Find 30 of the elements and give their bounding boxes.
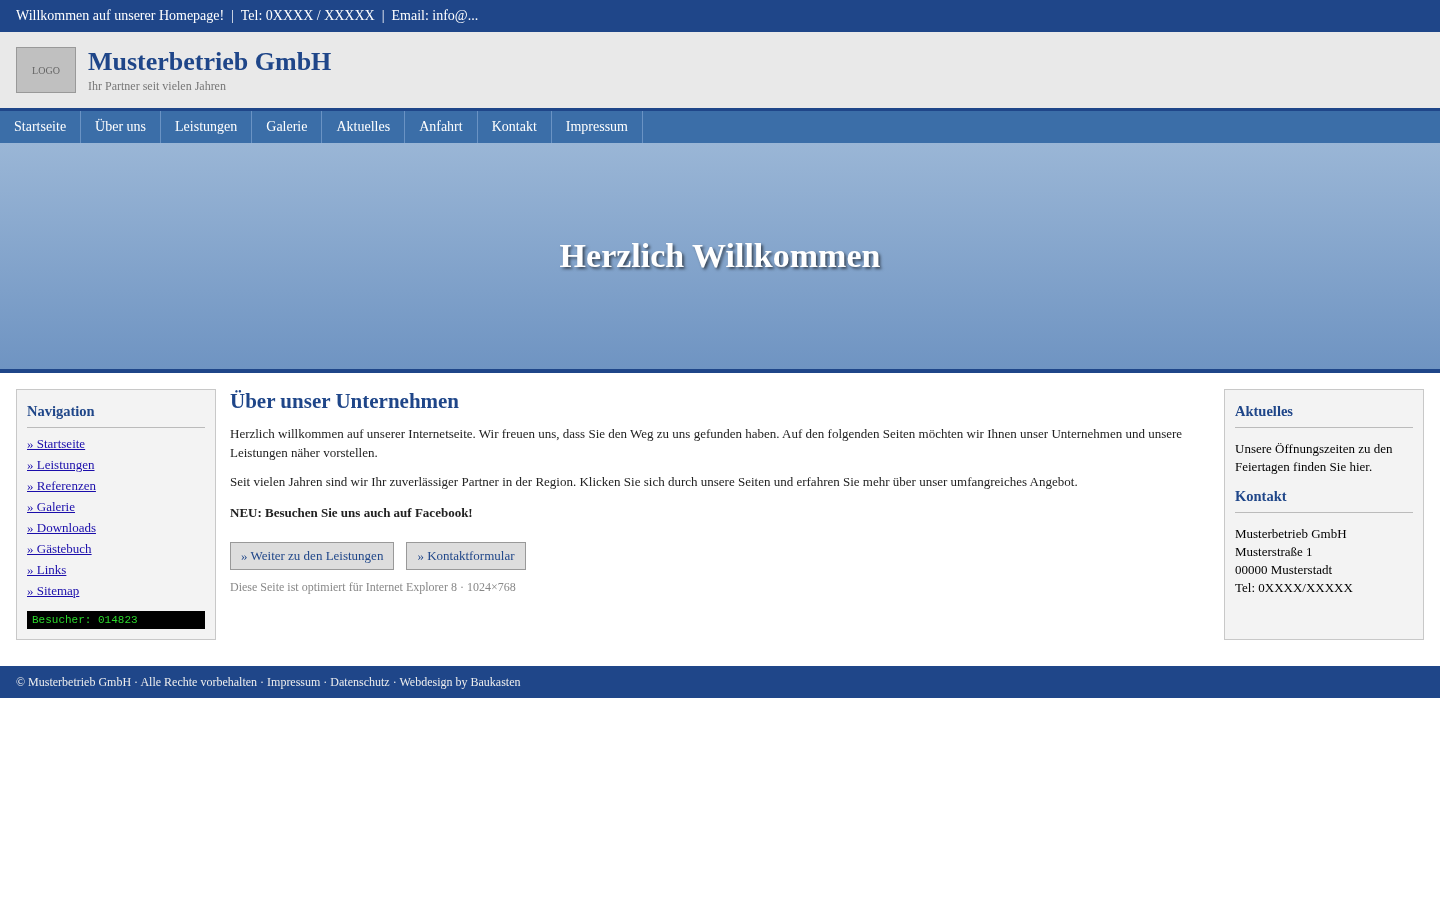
panel-heading: Aktuelles <box>1235 403 1413 428</box>
paragraph: Seit vielen Jahren sind wir Ihr zuverlässiger Partner in der Region. Klicken Sie sich durch unsere Seiten und erfahren Sie mehr über unser umfangreiches Angebot. <box>230 473 1079 491</box>
sidebar-heading: Navigation <box>27 403 205 428</box>
sidebar-link[interactable]: » Sitemap <box>27 583 80 599</box>
hero-title: Herzlich Willkommen <box>559 237 881 275</box>
welcome-text: Willkommen auf unserer Homepage! | Tel: 0XXXX / XXXXX | Email: info@... <box>16 8 479 24</box>
panel-heading: Kontakt <box>1235 488 1413 513</box>
site-title: Musterbetrieb GmbH <box>88 46 332 77</box>
info-text: Unsere Öffnungszeiten zu den Feiertagen finden Sie hier. <box>1235 440 1394 476</box>
sidebar-link[interactable]: » Gästebuch <box>27 541 92 557</box>
sidebar-link[interactable]: » Startseite <box>27 436 86 452</box>
info-text: Musterstraße 1 <box>1235 543 1314 561</box>
logo-text: LOGO <box>32 64 60 76</box>
info-text: Tel: 0XXXX/XXXXX <box>1235 579 1354 597</box>
sidebar-link[interactable]: » Links <box>27 562 67 578</box>
link-button[interactable]: » Kontaktformular <box>406 542 526 570</box>
footer-text: © Musterbetrieb GmbH · Alle Rechte vorbehalten · Impressum · Datenschutz · Webdesign by Baukasten <box>16 674 521 690</box>
browser-note: Diese Seite ist optimiert für Internet Explorer 8 · 1024×768 <box>230 580 517 595</box>
paragraph: Herzlich willkommen auf unserer Internetseite. Wir freuen uns, dass Sie den Weg zu uns gefunden haben. Auf den folgenden Seiten möchten wir Ihnen unser Unternehmen und unsere Leistungen näher vorstellen. <box>230 425 1184 462</box>
sidebar-link[interactable]: » Leistungen <box>27 457 95 473</box>
info-text: 00000 Musterstadt <box>1235 561 1334 579</box>
sidebar-link[interactable]: » Downloads <box>27 520 96 536</box>
sidebar-link[interactable]: » Galerie <box>27 499 75 515</box>
content-heading: Über unser Unternehmen <box>230 389 461 414</box>
link-button[interactable]: » Weiter zu den Leistungen <box>230 542 395 570</box>
info-text: Musterbetrieb GmbH <box>1235 525 1348 543</box>
notice-text: NEU: Besuchen Sie uns auch auf Facebook! <box>230 504 474 522</box>
sidebar-link[interactable]: » Referenzen <box>27 478 96 494</box>
site-subtitle: Ihr Partner seit vielen Jahren <box>88 78 227 94</box>
visitor-counter: Besucher: 014823 <box>27 611 205 629</box>
